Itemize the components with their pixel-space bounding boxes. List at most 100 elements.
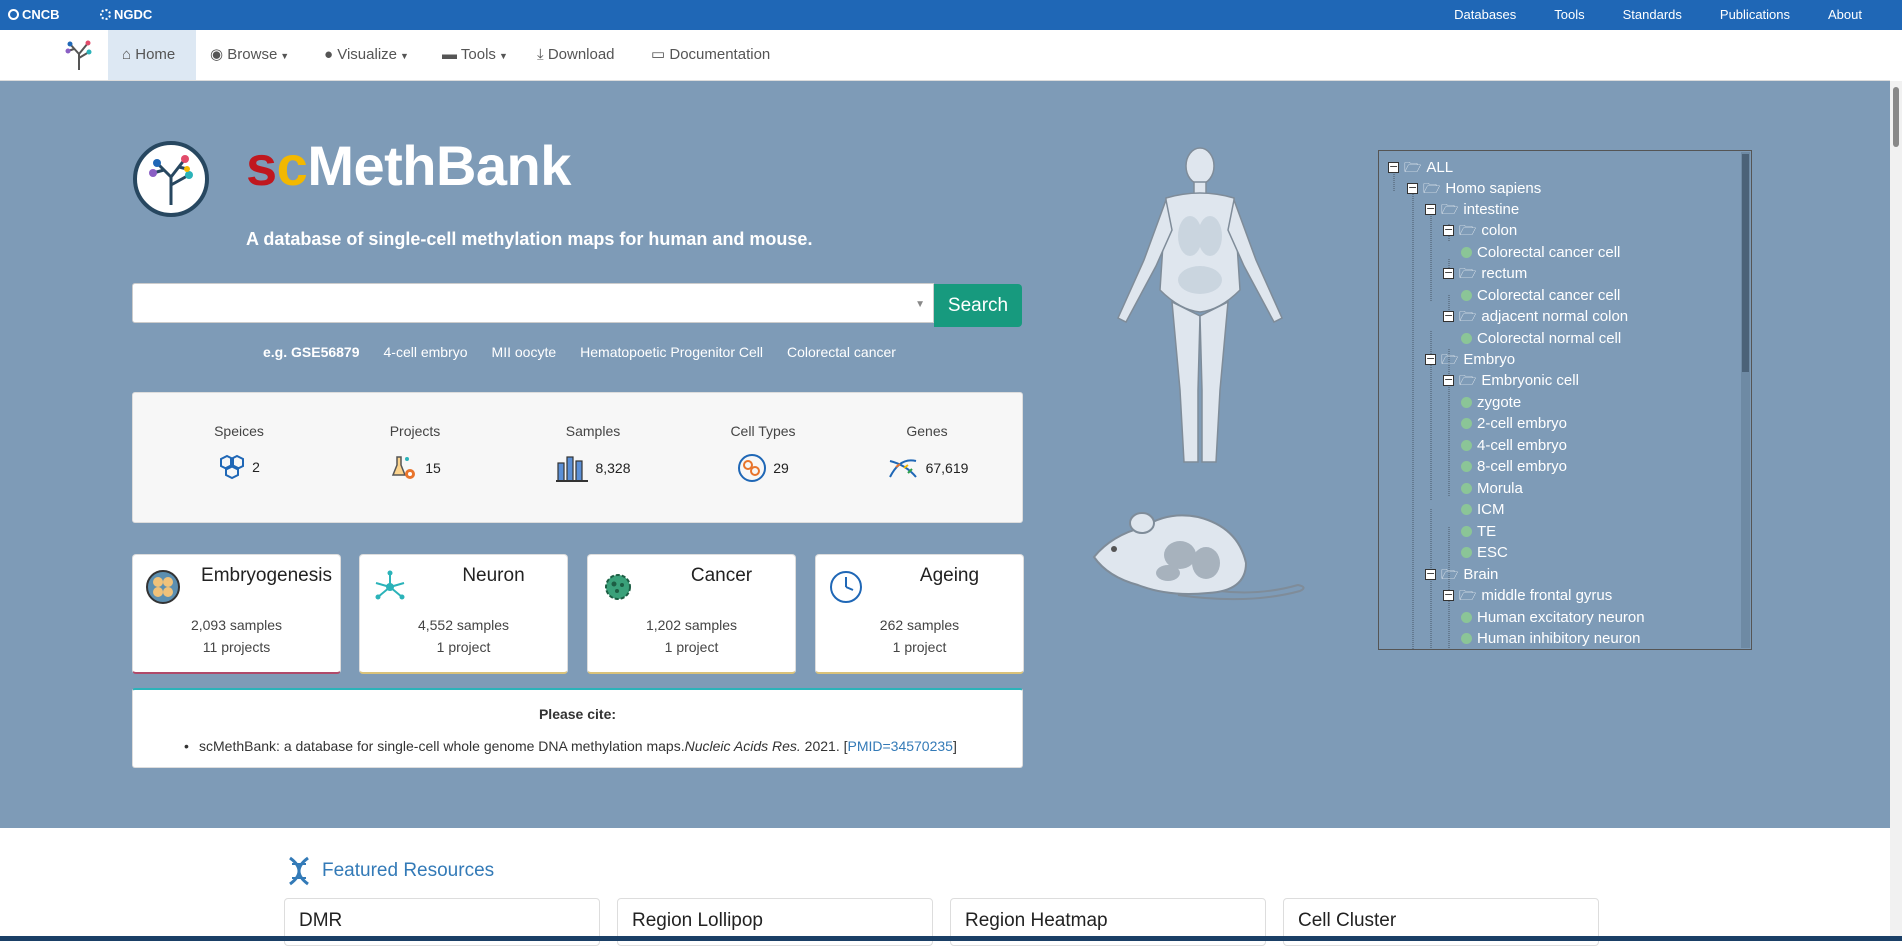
search-button[interactable]: Search <box>934 284 1022 327</box>
stat-label: Samples <box>565 423 621 439</box>
cncb-label: CNCB <box>22 7 60 22</box>
dropdown-arrow-icon[interactable]: ▼ <box>915 299 925 310</box>
example-colorectal-cancer[interactable]: Colorectal cancer <box>787 344 896 360</box>
example-gse56879[interactable]: e.g. GSE56879 <box>263 344 360 360</box>
top-link-publications[interactable]: Publications <box>1720 7 1790 22</box>
ngdc-label: NGDC <box>114 7 153 22</box>
card-projects: 1 project <box>892 639 947 655</box>
tree-label: adjacent normal colon <box>1481 308 1629 325</box>
card-title: Neuron <box>462 565 525 586</box>
tree-leaf-esc[interactable]: ESC <box>1461 542 1508 563</box>
tree-node-all[interactable]: − 🗁 ALL <box>1388 157 1453 178</box>
collapse-icon[interactable]: − <box>1425 203 1436 215</box>
nav-download[interactable]: ⤓ Download <box>523 30 629 80</box>
tree-label: 4-cell embryo <box>1477 437 1568 454</box>
example-hematopoetic[interactable]: Hematopoetic Progenitor Cell <box>580 344 763 360</box>
collapse-icon[interactable]: − <box>1425 568 1436 580</box>
tree-leaf-colorectal-cancer-cell[interactable]: Colorectal cancer cell <box>1461 285 1620 306</box>
leaf-icon <box>1461 633 1472 644</box>
card-title: Ageing <box>919 565 980 586</box>
leaf-icon <box>1461 247 1472 258</box>
tree-label: middle frontal gyrus <box>1481 587 1613 604</box>
card-projects: 11 projects <box>202 639 271 655</box>
site-logo-icon[interactable] <box>62 38 96 72</box>
tree-node-embryonic-cell[interactable]: − 🗁 Embryonic cell <box>1443 370 1579 391</box>
stats-panel: Speices 2 Projects 15 Samples 8,328 Cell… <box>132 392 1023 523</box>
citation-reference: scMethBank: a database for single-cell w… <box>184 738 957 754</box>
tree-leaf-colorectal-cancer-cell[interactable]: Colorectal cancer cell <box>1461 242 1620 263</box>
tree-node-embryo[interactable]: − 🗁 Embryo <box>1425 349 1515 370</box>
card-title: Cancer <box>690 565 753 586</box>
pmid-link[interactable]: PMID=34570235 <box>847 738 952 754</box>
tree-scrollbar[interactable] <box>1741 152 1750 648</box>
tree-leaf-human-excitatory-neuron[interactable]: Human excitatory neuron <box>1461 607 1645 628</box>
stat-value: 8,328 <box>595 460 631 476</box>
citation-box: Please cite: scMethBank: a database for … <box>132 688 1023 768</box>
tree-leaf-2-cell-embryo[interactable]: 2-cell embryo <box>1461 413 1567 434</box>
featured-title: Featured Resources <box>322 860 495 881</box>
tree-scrollbar-thumb[interactable] <box>1742 154 1749 372</box>
nav-browse-label: Browse <box>227 46 278 63</box>
cncb-link[interactable]: CNCB <box>8 7 60 22</box>
leaf-icon <box>1461 461 1472 472</box>
tree-node-brain[interactable]: − 🗁 Brain <box>1425 564 1498 585</box>
tree-leaf-8-cell-embryo[interactable]: 8-cell embryo <box>1461 456 1567 477</box>
eye-icon: ◉ <box>210 46 224 63</box>
tree-leaf-4-cell-embryo[interactable]: 4-cell embryo <box>1461 435 1567 456</box>
tree-label: 2-cell embryo <box>1477 415 1568 432</box>
top-link-about[interactable]: About <box>1828 7 1862 22</box>
tree-node-adjacent-normal-colon[interactable]: − 🗁 adjacent normal colon <box>1443 306 1628 327</box>
tree-leaf-icm[interactable]: ICM <box>1461 499 1505 520</box>
chevron-down-icon: ▼ <box>400 51 409 61</box>
card-ageing[interactable]: Ageing 262 samples 1 project <box>815 554 1024 674</box>
card-embryogenesis[interactable]: Embryogenesis 2,093 samples 11 projects <box>132 554 341 674</box>
tree-node-homo-sapiens[interactable]: − 🗁 Homo sapiens <box>1407 178 1541 199</box>
folder-open-icon: 🗁 <box>1441 351 1459 367</box>
collapse-icon[interactable]: − <box>1388 161 1399 173</box>
tree-node-colon[interactable]: − 🗁 colon <box>1443 220 1517 241</box>
card-neuron[interactable]: Neuron 4,552 samples 1 project <box>359 554 568 674</box>
feature-card-title: DMR <box>299 910 343 931</box>
search-input[interactable]: ▼ <box>132 283 934 323</box>
tree-node-rectum[interactable]: − 🗁 rectum <box>1443 263 1527 284</box>
tree-node-intestine[interactable]: − 🗁 intestine <box>1425 199 1519 220</box>
dna-icon <box>289 856 309 886</box>
tree-label: colon <box>1481 222 1518 239</box>
nav-browse[interactable]: ◉ Browse ▼ <box>196 30 303 80</box>
tree-leaf-morula[interactable]: Morula <box>1461 478 1523 499</box>
collapse-icon[interactable]: − <box>1443 267 1454 279</box>
card-cancer[interactable]: Cancer 1,202 samples 1 project <box>587 554 796 674</box>
nav-home[interactable]: ⌂ Home <box>108 30 196 80</box>
tree-leaf-te[interactable]: TE <box>1461 521 1496 542</box>
collapse-icon[interactable]: − <box>1425 353 1436 365</box>
scrollbar-thumb[interactable] <box>1893 87 1899 147</box>
collapse-icon[interactable]: − <box>1443 310 1454 322</box>
card-title: Embryogenesis <box>201 565 332 586</box>
human-body-illustration[interactable] <box>1100 140 1300 480</box>
mouse-illustration[interactable] <box>1088 505 1312 613</box>
example-4-cell-embryo[interactable]: 4-cell embryo <box>384 344 468 360</box>
tree-leaf-colorectal-normal-cell[interactable]: Colorectal normal cell <box>1461 328 1621 349</box>
collapse-icon[interactable]: − <box>1443 224 1454 236</box>
nav-visualize[interactable]: ● Visualize ▼ <box>310 30 423 80</box>
tree-leaf-human-inhibitory-neuron[interactable]: Human inhibitory neuron <box>1461 628 1640 649</box>
top-link-databases[interactable]: Databases <box>1454 7 1516 22</box>
folder-open-icon: 🗁 <box>1459 372 1477 388</box>
nav-documentation[interactable]: ▭ Documentation <box>637 30 784 80</box>
tree-leaf-zygote[interactable]: zygote <box>1461 392 1521 413</box>
nav-visualize-label: Visualize <box>337 46 397 63</box>
example-mii-oocyte[interactable]: MII oocyte <box>492 344 557 360</box>
tree-node-middle-frontal-gyrus[interactable]: − 🗁 middle frontal gyrus <box>1443 585 1612 606</box>
leaf-icon <box>1461 418 1472 429</box>
folder-open-icon: 🗁 <box>1404 159 1422 175</box>
collapse-icon[interactable]: − <box>1407 182 1418 194</box>
collapse-icon[interactable]: − <box>1443 589 1454 601</box>
nav-tools[interactable]: ▬ Tools ▼ <box>428 30 522 80</box>
collapse-icon[interactable]: − <box>1443 374 1454 386</box>
top-link-standards[interactable]: Standards <box>1623 7 1682 22</box>
page-scrollbar[interactable] <box>1890 81 1902 941</box>
leaf-icon <box>1461 290 1472 301</box>
top-link-tools[interactable]: Tools <box>1554 7 1584 22</box>
taxonomy-tree[interactable]: − 🗁 ALL − 🗁 Homo sapiens − 🗁 intestine − 🗁 colon… <box>1378 150 1752 650</box>
ngdc-link[interactable]: NGDC <box>100 7 152 22</box>
